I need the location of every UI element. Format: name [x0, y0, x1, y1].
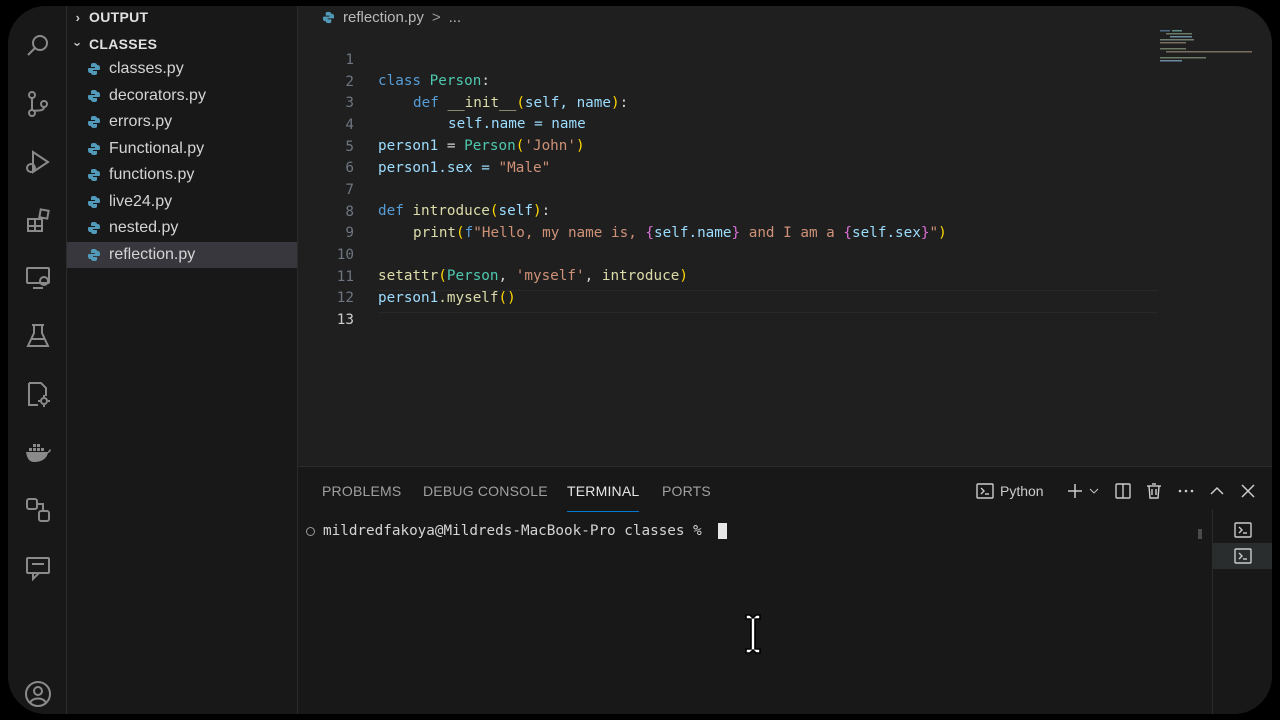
code-line[interactable]: 4 person1 = Person('John') [298, 94, 1158, 154]
python-file-icon [88, 63, 100, 75]
code-line[interactable]: 11 person1.myself() [298, 246, 1158, 306]
file-label: nested.py [109, 219, 179, 236]
code-line[interactable]: 5 person1.sex = "Male" [298, 116, 1158, 176]
close-panel-button[interactable] [1239, 479, 1257, 503]
plus-icon [1068, 484, 1082, 498]
kill-terminal-button[interactable] [1145, 479, 1163, 503]
breadcrumb: reflection.py > ... [322, 6, 461, 28]
more-actions-button[interactable] [1177, 479, 1195, 503]
chevron-down-icon [1089, 488, 1099, 494]
bottom-panel: PROBLEMS DEBUG CONSOLE TERMINAL PORTS Py… [298, 466, 1272, 714]
text-cursor-icon [745, 614, 761, 654]
python-file-icon [88, 169, 100, 181]
python-file-icon [88, 116, 100, 128]
file-label: functions.py [109, 166, 195, 183]
terminal-prompt: mildredfakoya@Mildreds-MacBook-Pro class… [323, 523, 711, 539]
terminal-cursor [718, 523, 728, 539]
code-line[interactable]: 7 def introduce(self): [298, 159, 1158, 219]
file-item[interactable]: functions.py [67, 162, 297, 188]
chevron-down-icon: › [70, 41, 86, 47]
activity-bar [8, 6, 67, 714]
code-line[interactable]: 10 setattr(Person, 'myself', introduce) [298, 224, 1158, 284]
section-classes[interactable]: › CLASSES [67, 33, 157, 55]
terminal-output[interactable]: mildredfakoya@Mildreds-MacBook-Pro class… [306, 523, 728, 539]
code-line[interactable]: 8 print(f"Hello, my name is, {self.name}… [298, 181, 1158, 241]
code-line[interactable]: 2 def __init__(self, name): [298, 51, 1158, 111]
testing-icon[interactable] [22, 320, 54, 352]
chat-icon[interactable] [22, 552, 54, 584]
close-icon [1241, 484, 1255, 498]
file-label: live24.py [109, 193, 173, 210]
maximize-panel-button[interactable] [1208, 479, 1226, 503]
command-status-icon [306, 526, 315, 536]
section-output-label: OUTPUT [89, 9, 149, 25]
tab-ports[interactable]: PORTS [662, 483, 711, 499]
section-output[interactable]: › OUTPUT [67, 6, 148, 28]
account-icon[interactable] [22, 678, 54, 710]
breadcrumb-symbols[interactable]: ... [449, 9, 462, 26]
split-terminal-button[interactable] [1114, 479, 1132, 503]
run-debug-icon[interactable] [22, 146, 54, 178]
docker-icon[interactable] [22, 436, 54, 468]
file-label: classes.py [109, 60, 184, 77]
search-icon[interactable] [22, 30, 54, 62]
trash-icon [1147, 483, 1161, 499]
extensions-icon[interactable] [22, 204, 54, 236]
python-file-icon [88, 143, 100, 155]
file-item[interactable]: decorators.py [67, 83, 297, 109]
chevron-up-icon [1210, 486, 1224, 495]
active-tab-indicator [567, 511, 639, 512]
breadcrumb-separator: > [431, 8, 441, 26]
terminal-instance-active[interactable] [1213, 543, 1272, 569]
minimap[interactable] [1156, 28, 1256, 68]
tab-problems[interactable]: PROBLEMS [322, 483, 401, 499]
line-number: 13 [336, 312, 354, 328]
settings-sync-icon[interactable] [22, 378, 54, 410]
split-icon [1115, 483, 1131, 499]
python-file-icon [88, 90, 100, 102]
code-line[interactable]: 12 [298, 267, 1158, 306]
python-file-icon [88, 222, 100, 234]
code-line[interactable]: 6 [298, 137, 1158, 176]
chevron-right-icon: › [75, 9, 81, 25]
code-line[interactable]: 1 class Person: [298, 29, 1158, 89]
live-share-icon[interactable] [22, 494, 54, 526]
code-line[interactable]: 3 self.name = name [298, 72, 1158, 132]
file-label: decorators.py [109, 87, 206, 104]
explorer-sidebar: › OUTPUT › CLASSES classes.py decorators… [67, 6, 298, 714]
file-label: errors.py [109, 113, 173, 130]
python-file-icon [322, 11, 335, 23]
file-label: Functional.py [109, 140, 205, 157]
terminal-instance[interactable] [1213, 517, 1272, 543]
tab-debug-console[interactable]: DEBUG CONSOLE [423, 483, 548, 499]
section-classes-label: CLASSES [89, 36, 158, 52]
terminal-profile-selector[interactable]: Python [976, 479, 1044, 503]
file-item[interactable]: nested.py [67, 215, 297, 241]
tab-terminal[interactable]: TERMINAL [567, 483, 639, 499]
new-terminal-button[interactable] [1066, 479, 1084, 503]
vscode-window: › OUTPUT › CLASSES classes.py decorators… [8, 6, 1272, 714]
file-item[interactable]: errors.py [67, 109, 297, 135]
breadcrumb-file[interactable]: reflection.py [343, 9, 424, 26]
python-file-icon [88, 196, 100, 208]
ellipsis-icon [1178, 489, 1194, 493]
remote-explorer-icon[interactable] [22, 262, 54, 294]
file-label: reflection.py [109, 246, 196, 263]
terminal-scrollbar[interactable] [1198, 529, 1202, 539]
code-line-current[interactable]: 13 [298, 289, 1158, 328]
terminal-icon [1234, 548, 1252, 564]
file-item[interactable]: live24.py [67, 189, 297, 215]
file-item[interactable]: Functional.py [67, 136, 297, 162]
terminal-dropdown-button[interactable] [1088, 479, 1100, 503]
terminal-tabs-list [1212, 509, 1272, 714]
source-control-icon[interactable] [22, 88, 54, 120]
terminal-icon [1234, 522, 1252, 538]
terminal-icon [976, 483, 994, 499]
python-file-icon [88, 249, 100, 261]
code-editor[interactable]: reflection.py > ... 1 class Person: 2 de… [298, 6, 1272, 466]
file-item-active[interactable]: reflection.py [67, 242, 297, 268]
code-line[interactable]: 9 [298, 202, 1158, 241]
terminal-profile-label: Python [1000, 483, 1044, 499]
file-item[interactable]: classes.py [67, 56, 297, 82]
